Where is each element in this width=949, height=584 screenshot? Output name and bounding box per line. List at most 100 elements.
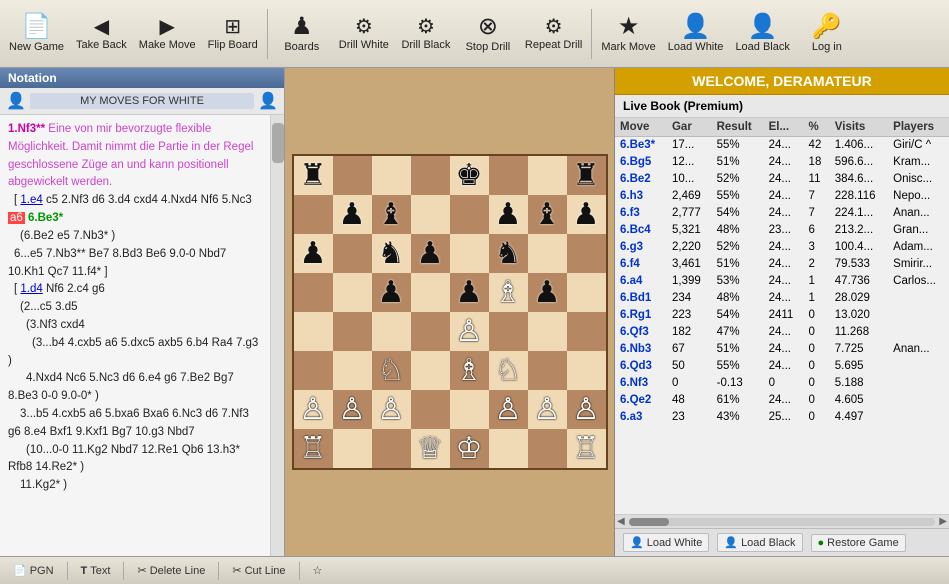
table-row[interactable]: 6.Bc4 5,321 48% 23... 6 213.2... Gran... — [615, 222, 949, 239]
square-b7[interactable]: ♟ — [333, 195, 372, 234]
square-g3[interactable] — [528, 351, 567, 390]
square-b6[interactable] — [333, 234, 372, 273]
square-d5[interactable] — [411, 273, 450, 312]
notation-scrollbar[interactable] — [270, 115, 284, 556]
move-cell[interactable]: 6.f4 — [615, 256, 667, 273]
right-load-black-button[interactable]: 👤 Load Black — [717, 533, 802, 552]
square-e7[interactable] — [450, 195, 489, 234]
table-row[interactable]: 6.Rg1 223 54% 2411 0 13.020 — [615, 307, 949, 324]
square-d6[interactable]: ♟ — [411, 234, 450, 273]
square-a3[interactable] — [294, 351, 333, 390]
square-h2[interactable]: ♙ — [567, 390, 606, 429]
square-g7[interactable]: ♝ — [528, 195, 567, 234]
square-a5[interactable] — [294, 273, 333, 312]
move-cell[interactable]: 6.Qf3 — [615, 324, 667, 341]
h-scroll-track[interactable] — [629, 518, 936, 526]
scroll-right-icon[interactable]: ▶ — [939, 516, 947, 527]
square-g6[interactable] — [528, 234, 567, 273]
stop-drill-button[interactable]: ⊗ Stop Drill — [458, 3, 518, 65]
square-f5[interactable]: ♗ — [489, 273, 528, 312]
square-h8[interactable]: ♜ — [567, 156, 606, 195]
square-d4[interactable] — [411, 312, 450, 351]
square-b1[interactable] — [333, 429, 372, 468]
scroll-left-icon[interactable]: ◀ — [617, 516, 625, 527]
restore-game-button[interactable]: ● Restore Game — [811, 534, 906, 552]
square-a4[interactable] — [294, 312, 333, 351]
square-b3[interactable] — [333, 351, 372, 390]
square-c2[interactable]: ♙ — [372, 390, 411, 429]
square-b5[interactable] — [333, 273, 372, 312]
drill-white-button[interactable]: ⚙ Drill White — [334, 3, 394, 65]
square-f2[interactable]: ♙ — [489, 390, 528, 429]
boards-button[interactable]: ♟ Boards — [272, 3, 332, 65]
square-g2[interactable]: ♙ — [528, 390, 567, 429]
take-back-button[interactable]: ◀ Take Back — [71, 3, 132, 65]
right-load-white-button[interactable]: 👤 Load White — [623, 533, 709, 552]
table-row[interactable]: 6.h3 2,469 55% 24... 7 228.116 Nepo... — [615, 188, 949, 205]
table-row[interactable]: 6.Nf3 0 -0.13 0 0 5.188 — [615, 375, 949, 392]
square-b2[interactable]: ♙ — [333, 390, 372, 429]
square-c6[interactable]: ♞ — [372, 234, 411, 273]
square-e1[interactable]: ♔ — [450, 429, 489, 468]
move-cell[interactable]: 6.Qe2 — [615, 392, 667, 409]
table-row[interactable]: 6.Qe2 48 61% 24... 0 4.605 — [615, 392, 949, 409]
drill-black-button[interactable]: ⚙ Drill Black — [396, 3, 456, 65]
move-cell[interactable]: 6.f3 — [615, 205, 667, 222]
move-cell[interactable]: 6.h3 — [615, 188, 667, 205]
repeat-drill-button[interactable]: ⚙ Repeat Drill — [520, 3, 587, 65]
move-cell[interactable]: 6.Nf3 — [615, 375, 667, 392]
square-g1[interactable] — [528, 429, 567, 468]
square-h1[interactable]: ♖ — [567, 429, 606, 468]
table-row[interactable]: 6.f3 2,777 54% 24... 7 224.1... Anan... — [615, 205, 949, 222]
table-row[interactable]: 6.a3 23 43% 25... 0 4.497 — [615, 409, 949, 426]
move-cell[interactable]: 6.Nb3 — [615, 341, 667, 358]
square-g5[interactable]: ♟ — [528, 273, 567, 312]
flip-board-button[interactable]: ⊞ Flip Board — [203, 3, 263, 65]
table-row[interactable]: 6.f4 3,461 51% 24... 2 79.533 Smirir... — [615, 256, 949, 273]
move-cell[interactable]: 6.a4 — [615, 273, 667, 290]
square-a6[interactable]: ♟ — [294, 234, 333, 273]
pgn-button[interactable]: 📄 PGN — [6, 561, 61, 580]
square-g8[interactable] — [528, 156, 567, 195]
live-book-table-scroll[interactable]: Move Gar Result El... % Visits Players 6… — [615, 118, 949, 514]
horizontal-scrollbar[interactable]: ◀ ▶ — [615, 514, 949, 528]
square-f1[interactable] — [489, 429, 528, 468]
square-f7[interactable]: ♟ — [489, 195, 528, 234]
square-f8[interactable] — [489, 156, 528, 195]
table-row[interactable]: 6.g3 2,220 52% 24... 3 100.4... Adam... — [615, 239, 949, 256]
make-move-button[interactable]: ▶ Make Move — [134, 3, 201, 65]
square-e3[interactable]: ♗ — [450, 351, 489, 390]
square-c1[interactable] — [372, 429, 411, 468]
square-h4[interactable] — [567, 312, 606, 351]
square-a1[interactable]: ♖ — [294, 429, 333, 468]
square-h5[interactable] — [567, 273, 606, 312]
square-f6[interactable]: ♞ — [489, 234, 528, 273]
move-cell[interactable]: 6.Be2 — [615, 171, 667, 188]
square-d7[interactable] — [411, 195, 450, 234]
square-c3[interactable]: ♘ — [372, 351, 411, 390]
square-a7[interactable] — [294, 195, 333, 234]
square-c8[interactable] — [372, 156, 411, 195]
square-e2[interactable] — [450, 390, 489, 429]
square-c4[interactable] — [372, 312, 411, 351]
move-cell[interactable]: 6.Bc4 — [615, 222, 667, 239]
square-e5[interactable]: ♟ — [450, 273, 489, 312]
square-c7[interactable]: ♝ — [372, 195, 411, 234]
table-row[interactable]: 6.Qd3 50 55% 24... 0 5.695 — [615, 358, 949, 375]
square-d1[interactable]: ♕ — [411, 429, 450, 468]
square-h3[interactable] — [567, 351, 606, 390]
square-h6[interactable] — [567, 234, 606, 273]
square-g4[interactable] — [528, 312, 567, 351]
square-b8[interactable] — [333, 156, 372, 195]
table-row[interactable]: 6.Be3* 17... 55% 24... 42 1.406... Giri/… — [615, 137, 949, 154]
square-d8[interactable] — [411, 156, 450, 195]
square-f3[interactable]: ♘ — [489, 351, 528, 390]
table-row[interactable]: 6.Bd1 234 48% 24... 1 28.029 — [615, 290, 949, 307]
move-cell[interactable]: 6.g3 — [615, 239, 667, 256]
table-row[interactable]: 6.Qf3 182 47% 24... 0 11.268 — [615, 324, 949, 341]
load-black-button[interactable]: 👤 Load Black — [730, 3, 794, 65]
move-cell[interactable]: 6.Be3* — [615, 137, 667, 154]
move-cell[interactable]: 6.a3 — [615, 409, 667, 426]
square-f4[interactable] — [489, 312, 528, 351]
move-cell[interactable]: 6.Qd3 — [615, 358, 667, 375]
